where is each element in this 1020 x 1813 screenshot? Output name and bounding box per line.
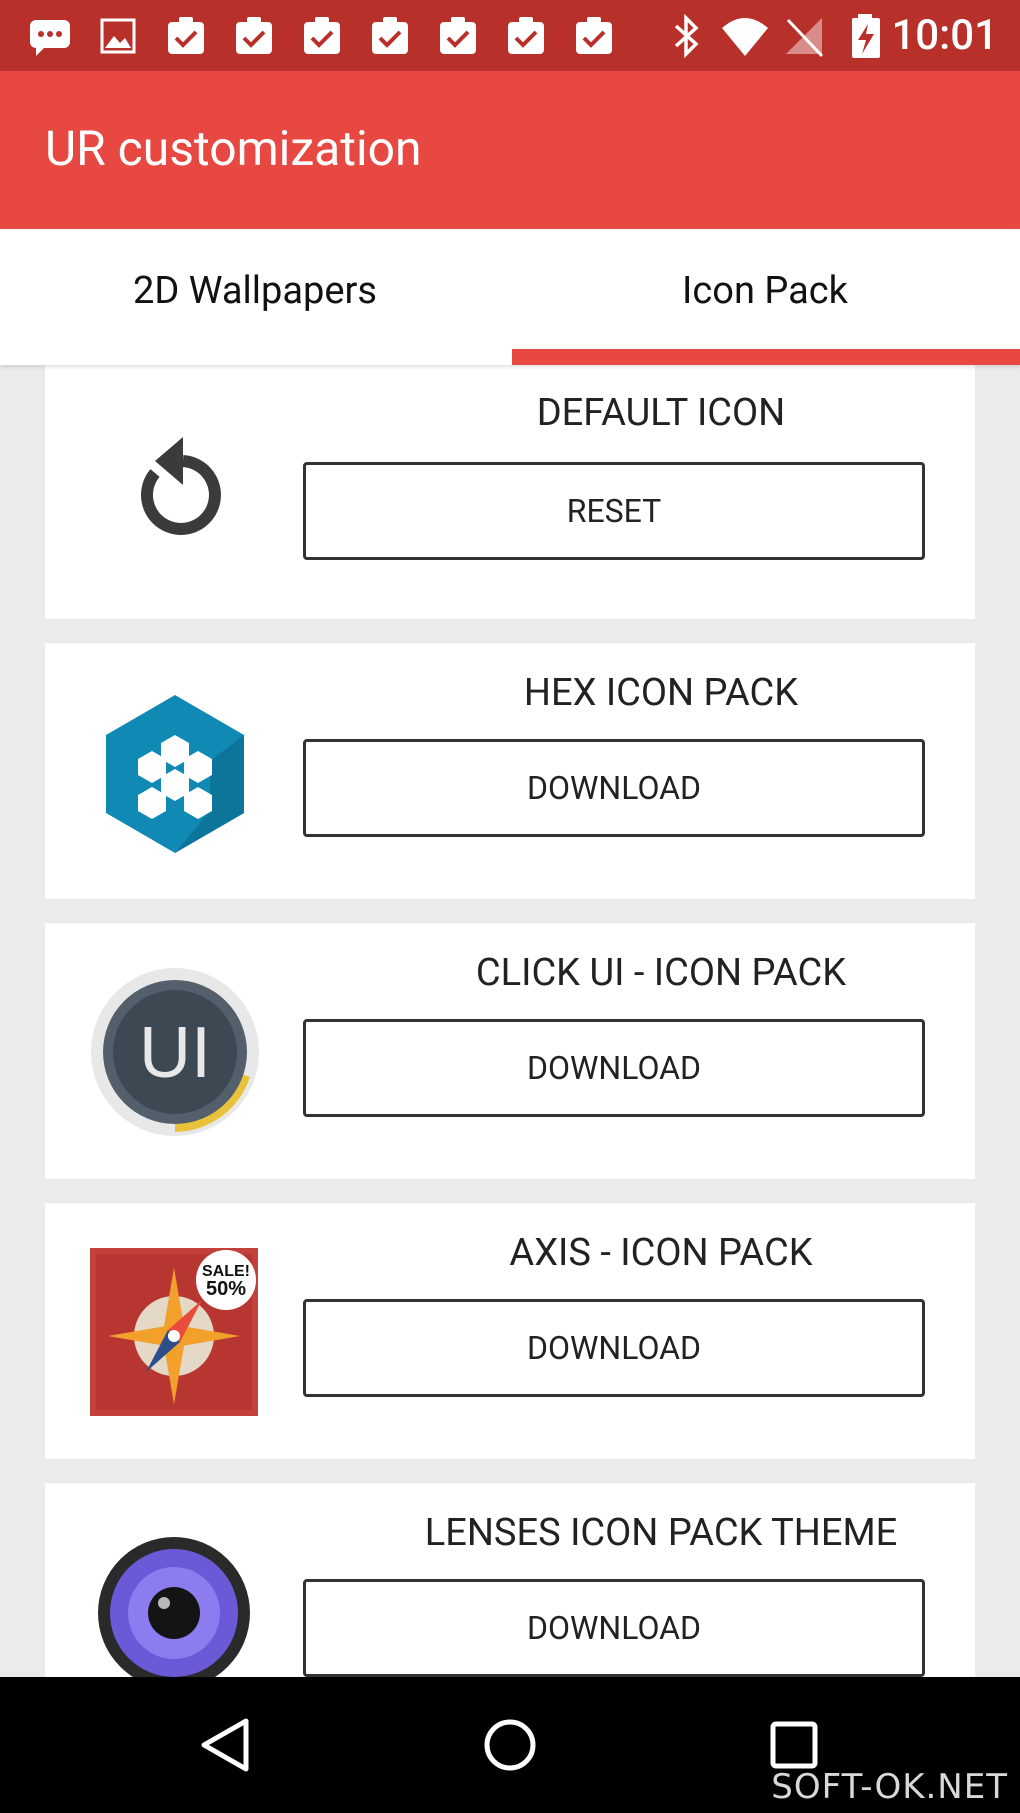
tab-icon-pack[interactable]: Icon Pack — [510, 229, 1020, 365]
card-title: AXIS - ICON PACK — [509, 1231, 813, 1275]
wifi-icon — [722, 18, 768, 56]
reset-button[interactable]: RESET — [303, 462, 925, 560]
download-button[interactable]: DOWNLOAD — [303, 1299, 925, 1397]
back-icon[interactable] — [196, 1715, 256, 1775]
recents-icon[interactable] — [764, 1715, 824, 1775]
clipboard-check-icon — [236, 17, 272, 54]
sale-badge-line2: 50% — [206, 1278, 246, 1300]
bluetooth-icon — [674, 13, 699, 59]
app-title: UR customization — [45, 120, 422, 177]
axis-compass-logo: SALE! 50% — [90, 1248, 258, 1416]
card-title: LENSES ICON PACK THEME — [424, 1511, 898, 1555]
lenses-eye-logo — [90, 1533, 258, 1677]
image-icon — [100, 18, 136, 54]
card-title: CLICK UI - ICON PACK — [475, 951, 847, 995]
tab-2d-wallpapers[interactable]: 2D Wallpapers — [0, 229, 510, 365]
clipboard-check-icon — [508, 17, 544, 54]
click-ui-logo-text: UI — [139, 1013, 211, 1093]
clipboard-check-icon — [168, 17, 204, 54]
tab-selected-indicator — [512, 349, 1020, 365]
app-bar: UR customization — [0, 71, 1020, 229]
tab-label: 2D Wallpapers — [133, 269, 377, 313]
download-button[interactable]: DOWNLOAD — [303, 1579, 925, 1677]
status-bar: 10:01 — [0, 0, 1020, 71]
card-title: DEFAULT ICON — [536, 391, 786, 435]
clipboard-check-icon — [576, 17, 612, 54]
clipboard-check-icon — [372, 17, 408, 54]
chat-bubble-icon — [30, 20, 70, 56]
no-signal-icon — [786, 18, 824, 58]
tab-bar: 2D Wallpapers Icon Pack — [0, 229, 1020, 365]
watermark: SOFT-OK.NET — [771, 1767, 1008, 1807]
battery-charging-icon — [852, 14, 880, 58]
clipboard-check-icon — [440, 17, 476, 54]
list-item-click-ui-icon-pack: UI CLICK UI - ICON PACK DOWNLOAD — [45, 923, 975, 1179]
navigation-bar: SOFT-OK.NET — [0, 1677, 1020, 1813]
list-item-axis-icon-pack: SALE! 50% AXIS - ICON PACK DOWNLOAD — [45, 1203, 975, 1459]
tab-label: Icon Pack — [682, 269, 848, 313]
list-item-default-icon: DEFAULT ICON RESET — [45, 365, 975, 619]
list-item-hex-icon-pack: HEX ICON PACK DOWNLOAD — [45, 643, 975, 899]
status-time: 10:01 — [891, 11, 998, 60]
home-icon[interactable] — [480, 1715, 540, 1775]
click-ui-logo: UI — [90, 967, 260, 1137]
clipboard-check-icon — [304, 17, 340, 54]
list-item-lenses-icon-pack: LENSES ICON PACK THEME DOWNLOAD — [45, 1483, 975, 1677]
hex-icon-pack-logo — [90, 689, 260, 859]
download-button[interactable]: DOWNLOAD — [303, 739, 925, 837]
card-title: HEX ICON PACK — [523, 671, 799, 715]
icon-pack-list[interactable]: DEFAULT ICON RESET HEX ICON PACK DOWNLOA… — [0, 365, 1020, 1677]
download-button[interactable]: DOWNLOAD — [303, 1019, 925, 1117]
reset-icon — [90, 423, 260, 553]
